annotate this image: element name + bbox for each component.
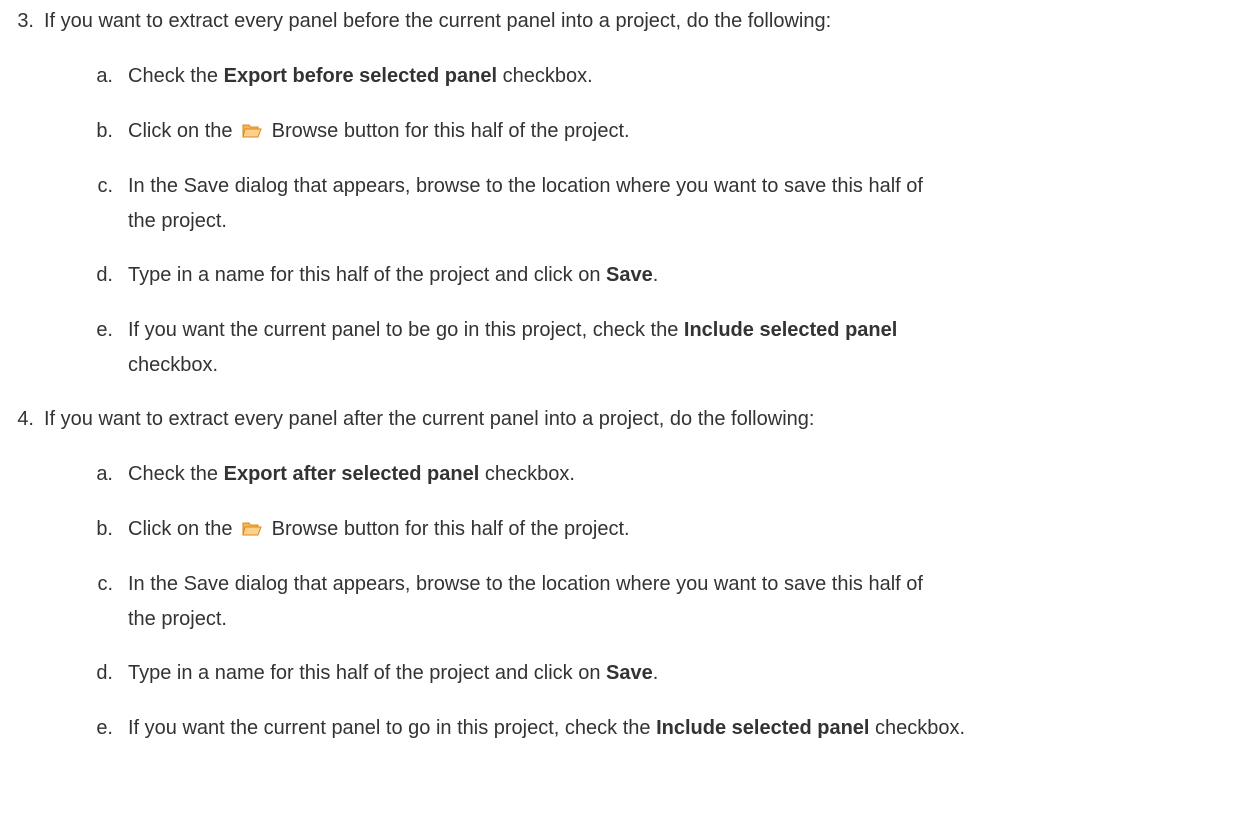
substep-text: If you want the current panel to go in t…	[128, 709, 1228, 747]
ui-label-include-selected: Include selected panel	[683, 319, 898, 341]
substep-text-line-1: If you want the current panel to be go i…	[128, 313, 1228, 348]
substep-text-pre: If you want the current panel to be go i…	[128, 319, 684, 341]
substep-text-pre: Type in a name for this half of the proj…	[128, 264, 607, 286]
substep-text: In the Save dialog that appears, browse …	[128, 169, 1228, 239]
substep-text: Check the Export after selected panel ch…	[128, 455, 1228, 493]
ui-label-export-after: Export after selected panel	[223, 463, 480, 485]
substep-text-post: checkbox.	[869, 717, 966, 739]
substep-text-pre: Click on the	[128, 120, 239, 142]
substep-letter: e.	[96, 319, 113, 341]
substep-text-post: Browse button for this half of the proje…	[266, 120, 630, 142]
substep-text: Type in a name for this half of the proj…	[128, 654, 1228, 692]
substep-letter: c.	[97, 175, 113, 197]
substep-text-pre: Click on the	[128, 518, 239, 540]
substep-text-post: checkbox.	[497, 65, 593, 87]
ui-label-save: Save	[606, 662, 653, 684]
substep-text-post: checkbox.	[479, 463, 575, 485]
substep-letter: d.	[96, 264, 113, 286]
substep-text-post: .	[652, 662, 659, 684]
substep-text-pre: Check the	[128, 65, 224, 87]
substep-letter: c.	[97, 573, 113, 595]
ui-label-include-selected: Include selected panel	[656, 717, 870, 739]
step-text: If you want to extract every panel befor…	[44, 10, 832, 32]
substep-text: Type in a name for this half of the proj…	[128, 256, 1228, 294]
substep-text: Click on the Browse button for this half…	[128, 510, 1228, 551]
substep-text-post: Browse button for this half of the proje…	[266, 518, 630, 540]
substep-letter: e.	[96, 717, 113, 739]
substep-text-post: .	[652, 264, 659, 286]
step-number: 3.	[17, 10, 34, 32]
substep-text: In the Save dialog that appears, browse …	[128, 567, 1228, 637]
substep-text: Check the Export before selected panel c…	[128, 57, 1228, 95]
step-4-line: 4. If you want to extract every panel aft…	[0, 400, 814, 438]
folder-icon	[242, 513, 262, 551]
step-text: If you want to extract every panel after…	[44, 408, 815, 430]
substep-text-line-1: In the Save dialog that appears, browse …	[128, 573, 923, 595]
substep-letter: b.	[96, 518, 113, 540]
substep-text: Click on the Browse button for this half…	[128, 112, 1228, 153]
substep-letter: d.	[96, 662, 113, 684]
ui-label-save: Save	[606, 264, 653, 286]
substep-text-line-2: checkbox.	[128, 354, 219, 376]
document-body: 3. If you want to extract every panel bef…	[0, 0, 1238, 814]
substep-text-pre: Type in a name for this half of the proj…	[128, 662, 607, 684]
substep-text-line-2: the project.	[128, 608, 227, 630]
substep-text-line-1: In the Save dialog that appears, browse …	[128, 175, 923, 197]
step-number: 4.	[17, 408, 34, 430]
ui-label-export-before: Export before selected panel	[223, 65, 498, 87]
substep-letter: a.	[96, 65, 113, 87]
substep-text: If you want the current panel to be go i…	[128, 313, 1228, 383]
substep-letter: b.	[96, 120, 113, 142]
substep-text-pre: If you want the current panel to go in t…	[128, 717, 657, 739]
substep-text-pre: Check the	[128, 463, 224, 485]
substep-letter: a.	[96, 463, 113, 485]
substep-text-line-2: the project.	[128, 210, 227, 232]
folder-icon	[242, 115, 262, 153]
step-3-line: 3. If you want to extract every panel bef…	[0, 2, 831, 40]
